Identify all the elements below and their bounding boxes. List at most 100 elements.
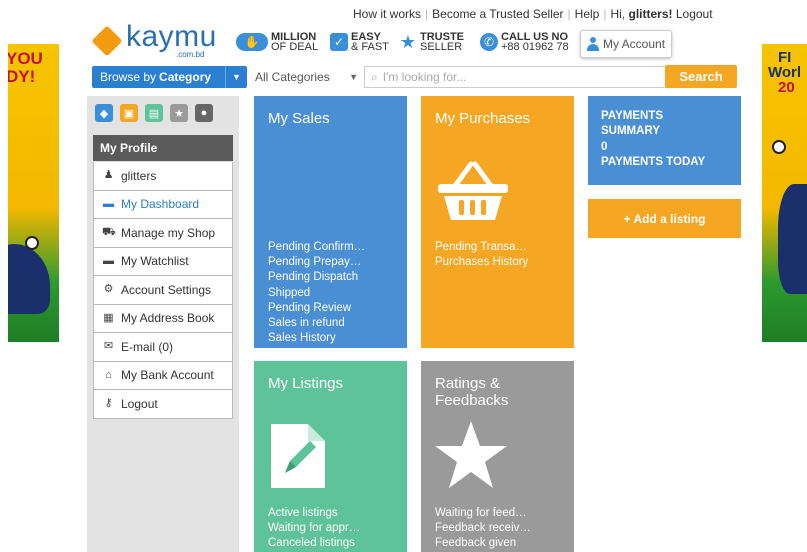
sales-link[interactable]: Sales History — [268, 331, 365, 346]
logo-domain: .com.bd — [176, 50, 205, 59]
ratings-link[interactable]: Waiting for feed… — [435, 506, 531, 521]
my-purchases-tile[interactable]: My Purchases Pending Transa… Purchases H… — [421, 96, 574, 348]
payments-summary-title-1: PAYMENTS — [601, 110, 663, 122]
sales-link[interactable]: Shipped — [268, 286, 365, 301]
document-icon[interactable]: ▤ — [145, 104, 163, 122]
sidebar-item-account-settings[interactable]: ⚙ Account Settings — [93, 276, 233, 305]
search-placeholder: I'm looking for... — [382, 70, 467, 84]
star-icon[interactable]: ★ — [170, 104, 188, 122]
logo-diamond-icon — [91, 25, 123, 57]
sales-link[interactable]: Pending Confirm… — [268, 240, 365, 255]
payments-today-label: PAYMENTS TODAY — [601, 156, 706, 168]
addressbook-icon: ▦ — [103, 311, 114, 324]
browse-category-button[interactable]: Browse by Category ▼ — [92, 66, 247, 88]
chevron-down-icon: ▼ — [225, 66, 247, 88]
sidebar-item-email[interactable]: ✉ E-mail (0) — [93, 333, 233, 362]
feature-easy-fast: ✓ EASY & FAST — [330, 32, 389, 53]
listings-link[interactable]: Active listings — [268, 506, 360, 521]
search-input[interactable]: ⌕ I'm looking for... — [364, 66, 666, 88]
sidebar-item-bank-account[interactable]: ⌂ My Bank Account — [93, 361, 233, 390]
folder-icon: ▬ — [103, 197, 114, 210]
tag-icon[interactable]: ◆ — [95, 104, 113, 122]
left-banner-text: YOU DY! — [8, 49, 43, 86]
payments-summary-tile[interactable]: PAYMENTS SUMMARY 0 PAYMENTS TODAY — [588, 96, 741, 185]
logo-text: kaymu — [126, 20, 217, 53]
listings-link[interactable]: Canceled listings — [268, 536, 360, 551]
ratings-feedbacks-tile[interactable]: Ratings & Feedbacks Waiting for feed… Fee… — [421, 361, 574, 552]
right-ad-banner[interactable]: FI Worl 20 — [762, 44, 807, 342]
search-button[interactable]: Search — [665, 65, 737, 88]
help-link[interactable]: Help — [575, 7, 600, 21]
sidebar-item-watchlist[interactable]: ▬ My Watchlist — [93, 247, 233, 276]
ratings-link[interactable]: Feedback given — [435, 536, 531, 551]
listings-link[interactable]: Waiting for appr… — [268, 521, 360, 536]
category-select[interactable]: All Categories ▼ — [250, 66, 363, 88]
sidebar-item-username[interactable]: ♟ glitters — [93, 162, 233, 191]
my-account-button[interactable]: My Account — [580, 30, 672, 58]
browse-category-label: Category — [159, 70, 212, 84]
star-icon — [435, 421, 507, 488]
bank-icon: ⌂ — [105, 368, 112, 381]
document-edit-icon — [271, 424, 325, 488]
key-icon: ⚷ — [104, 397, 113, 410]
sales-link[interactable]: Sales in refund — [268, 316, 365, 331]
left-ad-banner[interactable]: YOU DY! — [8, 44, 59, 342]
feature-trusted-seller: ★ TRUSTE SELLER — [399, 31, 464, 53]
football-icon — [772, 140, 786, 154]
logout-link[interactable]: Logout — [676, 7, 713, 21]
dropdown-arrow-icon: ▼ — [349, 72, 358, 82]
my-purchases-links: Pending Transa… Purchases History — [435, 240, 528, 270]
profile-heading: My Profile — [93, 135, 233, 161]
user-icon — [587, 37, 599, 51]
handshake-icon: ✋ — [236, 33, 268, 51]
username-greeting: glitters! — [628, 7, 673, 21]
sidebar-item-address-book[interactable]: ▦ My Address Book — [93, 304, 233, 333]
purchases-link[interactable]: Purchases History — [435, 255, 528, 270]
my-sales-tile[interactable]: My Sales Pending Confirm… Pending Prepay… — [254, 96, 407, 348]
purchases-link[interactable]: Pending Transa… — [435, 240, 528, 255]
my-sales-links: Pending Confirm… Pending Prepay… Pending… — [268, 240, 365, 346]
category-select-value: All Categories — [255, 70, 330, 84]
my-account-label: My Account — [603, 37, 666, 51]
checkbox-icon: ✓ — [330, 33, 348, 51]
ratings-link[interactable]: Feedback receiv… — [435, 521, 531, 536]
feature-call-us: ✆ CALL US NO +88 01962 78 — [480, 32, 569, 53]
user-icon[interactable]: ● — [195, 104, 213, 122]
payments-today-value: 0 — [601, 141, 608, 153]
sales-link[interactable]: Pending Review — [268, 301, 365, 316]
greeting: Hi, — [610, 7, 629, 21]
my-listings-title[interactable]: My Listings — [268, 375, 343, 392]
top-links: How it works | Become a Trusted Seller | Hel… — [353, 7, 713, 21]
my-sales-title[interactable]: My Sales — [268, 110, 330, 127]
gear-icon: ⚙ — [103, 283, 114, 296]
cart-icon: ⛟ — [102, 226, 116, 239]
add-listing-button[interactable]: + Add a listing — [588, 199, 741, 238]
basket-icon — [438, 161, 508, 220]
user-icon: ♟ — [103, 169, 114, 182]
feature-million-deals: ✋ MILLION OF DEAL — [236, 32, 318, 53]
folder-icon: ▬ — [103, 254, 114, 267]
sidebar-item-manage-shop[interactable]: ⛟ Manage my Shop — [93, 219, 233, 248]
player-figure — [8, 244, 50, 314]
search-icon: ⌕ — [371, 69, 378, 84]
sidebar-item-logout[interactable]: ⚷ Logout — [93, 390, 233, 419]
sidebar-tabs: ◆ ▣ ▤ ★ ● — [95, 104, 213, 122]
player-figure — [778, 184, 807, 294]
ratings-feedbacks-title[interactable]: Ratings & Feedbacks — [435, 375, 508, 409]
payments-summary-title-2: SUMMARY — [601, 125, 660, 137]
profile-menu: ♟ glitters ▬ My Dashboard ⛟ Manage my Shop … — [93, 162, 233, 419]
sidebar: ◆ ▣ ▤ ★ ● My Profile ♟ glitters ▬ My Dashb… — [87, 96, 239, 552]
sidebar-item-dashboard[interactable]: ▬ My Dashboard — [93, 190, 233, 219]
my-purchases-title[interactable]: My Purchases — [435, 110, 530, 127]
how-it-works-link[interactable]: How it works — [353, 7, 421, 21]
browse-prefix: Browse by — [100, 70, 157, 84]
sales-link[interactable]: Pending Prepay… — [268, 255, 365, 270]
sales-link[interactable]: Pending Dispatch — [268, 270, 365, 285]
football-icon — [25, 236, 39, 250]
become-seller-link[interactable]: Become a Trusted Seller — [432, 7, 563, 21]
basket-icon[interactable]: ▣ — [120, 104, 138, 122]
my-listings-tile[interactable]: My Listings Active listings Waiting for … — [254, 361, 407, 552]
mail-icon: ✉ — [103, 340, 114, 353]
right-banner-text: FI Worl 20 — [768, 49, 802, 96]
my-listings-links: Active listings Waiting for appr… Cancel… — [268, 506, 360, 552]
